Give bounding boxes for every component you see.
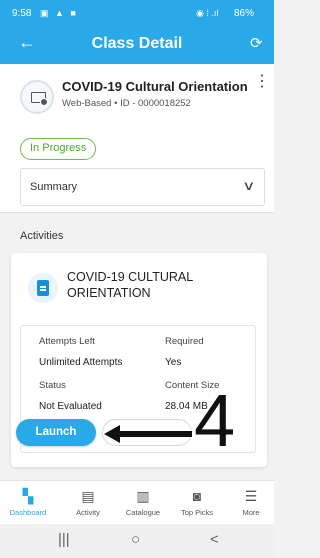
more-options-icon[interactable]: ⋮ — [254, 74, 270, 90]
nav-top-picks[interactable]: ◙ Top Picks — [170, 487, 224, 517]
attempts-left-value: Unlimited Attempts — [39, 357, 123, 368]
activity-name: COVID-19 CULTURAL ORIENTATION — [67, 270, 193, 300]
activities-title: Activities — [20, 230, 64, 242]
bottom-nav: ▚ Dashboard ▤ Activity ▥ Catalogue ◙ Top… — [0, 480, 274, 524]
activity-icon: ▤ — [81, 488, 95, 504]
nav-catalogue[interactable]: ▥ Catalogue — [116, 487, 170, 517]
launch-button[interactable]: Launch — [16, 419, 96, 446]
recents-button[interactable]: ||| — [58, 531, 70, 548]
nav-catalogue-label: Catalogue — [125, 508, 161, 517]
catalogue-icon: ▥ — [136, 488, 150, 504]
nav-more-label: More — [242, 508, 260, 517]
battery-level: 86% — [234, 8, 255, 19]
back-button[interactable]: < — [210, 531, 219, 548]
nav-activity-label: Activity — [76, 508, 100, 517]
status-bar: 9:58 ▣ ▲ ■ ◉ ⁞ .ıl 86% — [0, 0, 274, 26]
required-label: Required — [165, 336, 204, 347]
status-badge: In Progress — [20, 138, 97, 160]
summary-label: Summary — [30, 181, 78, 193]
refresh-icon[interactable]: ⟳ — [250, 34, 263, 52]
notification-icons: ▣ ▲ ■ — [40, 8, 78, 18]
class-header-card: COVID-19 Cultural Orientation Web-Based … — [0, 64, 274, 212]
required-value: Yes — [165, 357, 182, 368]
dashboard-icon: ▚ — [22, 488, 34, 504]
document-icon — [28, 273, 58, 303]
home-button[interactable]: ○ — [131, 531, 140, 548]
system-nav-bar: ||| ○ < — [0, 524, 274, 558]
nav-top-picks-label: Top Picks — [180, 508, 214, 517]
top-picks-icon: ◙ — [192, 488, 202, 504]
menu-icon: ☰ — [244, 488, 258, 504]
page-title: Class Detail — [91, 35, 183, 52]
nav-dashboard-label: Dashboard — [9, 508, 47, 517]
nav-dashboard[interactable]: ▚ Dashboard — [1, 487, 55, 517]
class-title: COVID-19 Cultural Orientation — [62, 79, 248, 94]
status-value: Not Evaluated — [39, 401, 102, 412]
class-subtitle: Web-Based • ID - 0000018252 — [62, 98, 191, 109]
signal-icons: ◉ ⁞ .ıl — [196, 8, 219, 18]
attempts-left-label: Attempts Left — [39, 336, 95, 347]
nav-activity[interactable]: ▤ Activity — [61, 487, 115, 517]
status-label: Status — [39, 380, 66, 391]
annotation-arrow — [104, 425, 192, 443]
status-time: 9:58 — [12, 8, 32, 19]
summary-dropdown[interactable]: Summary ∨ — [20, 168, 265, 206]
app-bar: ← Class Detail ⟳ — [0, 26, 274, 64]
class-type-icon — [20, 80, 54, 114]
nav-more[interactable]: ☰ More — [224, 487, 278, 517]
annotation-number: 4 — [194, 379, 236, 462]
chevron-down-icon: ∨ — [242, 178, 256, 193]
